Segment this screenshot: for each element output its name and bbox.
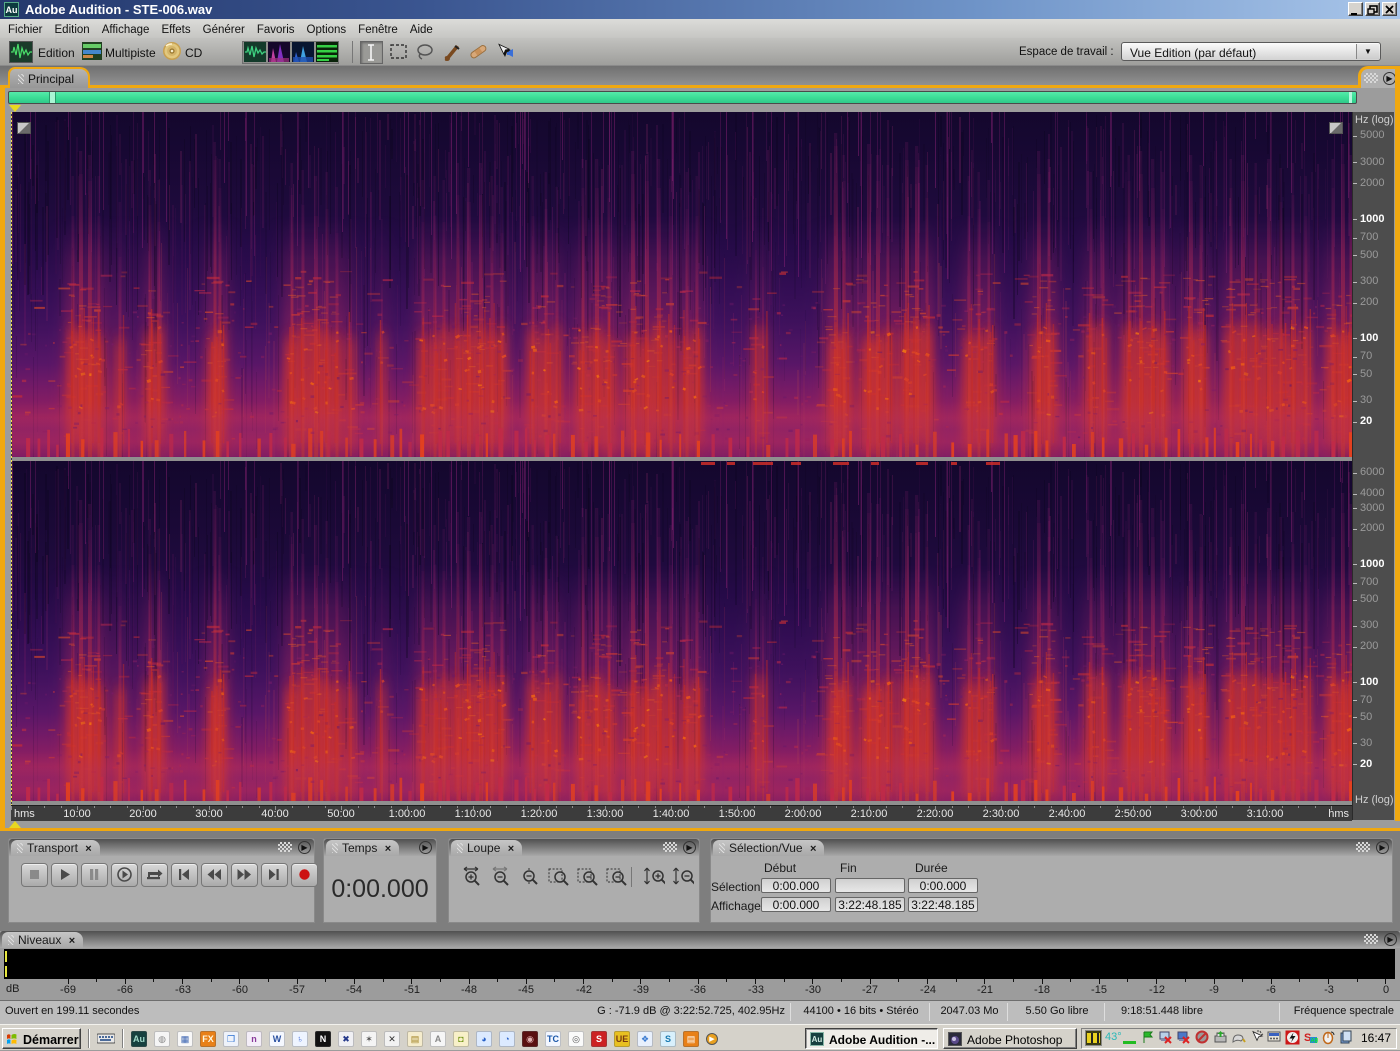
- svg-text:AB: AB: [1311, 1039, 1319, 1045]
